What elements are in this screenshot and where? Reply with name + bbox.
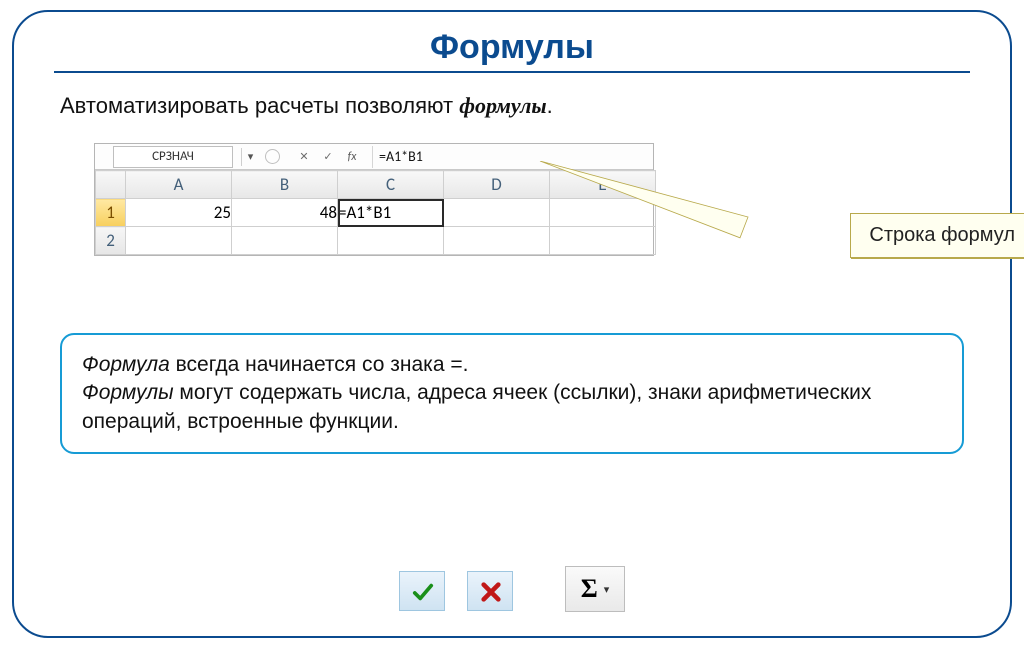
spreadsheet-grid[interactable]: A B C D E 1 25 48 =A1*B1 2 [95,170,656,255]
col-header-B[interactable]: B [232,171,338,199]
intro-emph: формулы [459,93,546,118]
bottom-controls: Σ ▾ [14,568,1010,614]
cell-C2[interactable] [338,227,444,255]
col-header-A[interactable]: A [126,171,232,199]
col-header-E[interactable]: E [550,171,656,199]
select-all-corner[interactable] [96,171,126,199]
title-underline [54,71,970,73]
confirm-entry-icon[interactable]: ✓ [318,147,338,167]
cross-icon [479,581,501,601]
formula-bar-buttons: ✕ ✓ fx [294,147,362,167]
expand-fbar-icon[interactable] [265,149,280,164]
grid-row-1: 1 25 48 =A1*B1 [96,199,656,227]
info-line2-rest: могут содержать числа, адреса ячеек (ссы… [82,381,871,432]
row-header-2[interactable]: 2 [96,227,126,255]
accept-button[interactable] [399,571,445,611]
page-title: Формулы [430,28,594,67]
sigma-icon: Σ [581,574,598,604]
info-box: Формула всегда начинается со знака =. Фо… [60,333,964,454]
check-icon [411,581,433,601]
name-box-value: СРЗНАЧ [152,149,194,164]
intro-suffix: . [547,93,553,118]
cell-A1[interactable]: 25 [126,199,232,227]
slide-frame: Формулы Автоматизировать расчеты позволя… [12,10,1012,638]
cell-D1[interactable] [444,199,550,227]
col-header-C[interactable]: C [338,171,444,199]
info-line2-prefix: Формулы [82,381,174,404]
dropdown-triangle-icon: ▾ [604,583,610,596]
cell-E1[interactable] [550,199,656,227]
spreadsheet-window: СРЗНАЧ ▾ ✕ ✓ fx =A1*B1 [94,143,654,256]
formula-bar-input[interactable]: =A1*B1 [372,146,649,168]
column-header-row: A B C D E [96,171,656,199]
intro-text: Автоматизировать расчеты позволяют форму… [60,93,970,119]
row-header-1[interactable]: 1 [96,199,126,227]
fx-icon[interactable]: fx [342,147,362,167]
formula-bar-value: =A1*B1 [379,148,423,165]
name-box-dropdown-icon[interactable]: ▾ [241,148,259,166]
cell-E2[interactable] [550,227,656,255]
info-line1-rest: всегда начинается со знака =. [170,353,469,376]
cancel-entry-icon[interactable]: ✕ [294,147,314,167]
info-term: Формула [82,353,170,376]
title-wrap: Формулы [54,26,970,71]
reject-button[interactable] [467,571,513,611]
formula-bar: СРЗНАЧ ▾ ✕ ✓ fx =A1*B1 [95,144,653,170]
callout-formula-bar: Строка формул [850,213,1024,258]
cell-C1[interactable]: =A1*B1 [338,199,444,227]
cell-D2[interactable] [444,227,550,255]
callout-label: Строка формул [869,224,1015,246]
cell-B1[interactable]: 48 [232,199,338,227]
col-header-D[interactable]: D [444,171,550,199]
intro-prefix: Автоматизировать расчеты позволяют [60,93,459,118]
cell-A2[interactable] [126,227,232,255]
name-box[interactable]: СРЗНАЧ [113,146,233,168]
grid-row-2: 2 [96,227,656,255]
cell-B2[interactable] [232,227,338,255]
autosum-button[interactable]: Σ ▾ [565,566,625,612]
spreadsheet-illustration: СРЗНАЧ ▾ ✕ ✓ fx =A1*B1 [94,143,994,293]
